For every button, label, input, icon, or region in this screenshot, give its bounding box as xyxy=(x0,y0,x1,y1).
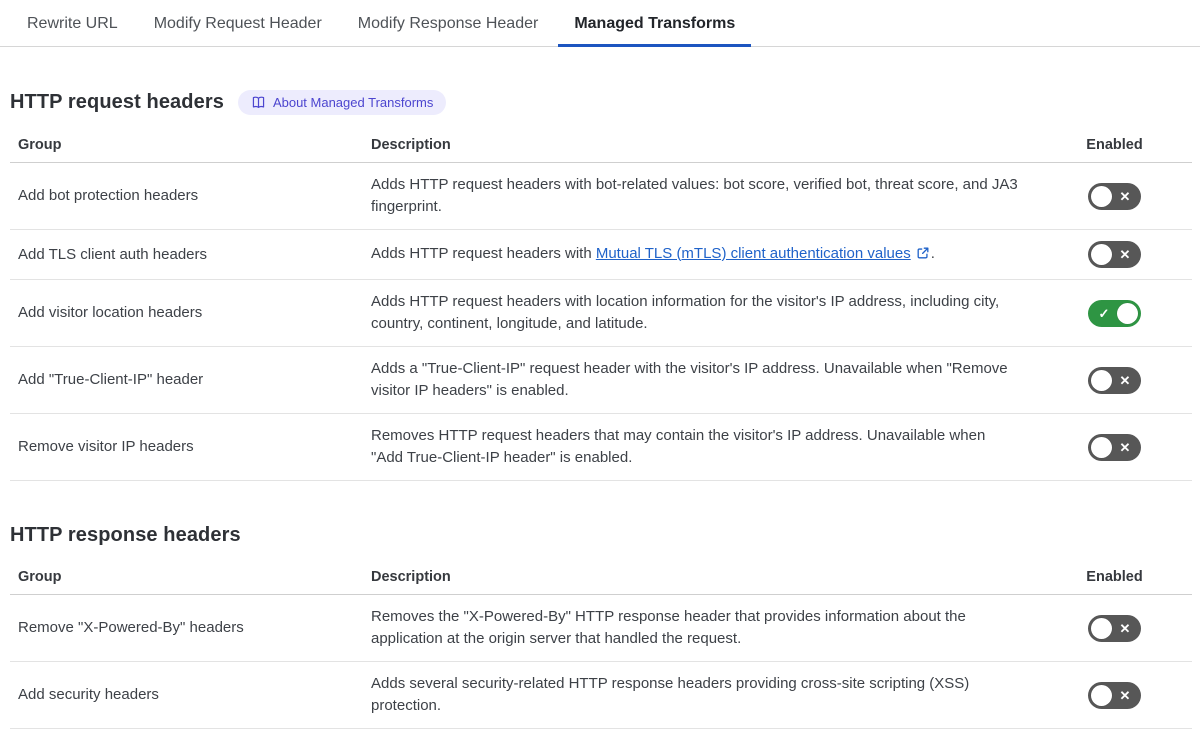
enabled-cell: ✓ ✕ xyxy=(1037,413,1192,481)
description-cell: Removes the "X-Powered-By" HTTP response… xyxy=(363,594,1037,662)
toggle-visitor-location[interactable]: ✓ ✕ xyxy=(1088,299,1141,327)
x-icon: ✕ xyxy=(1119,687,1131,703)
x-icon: ✕ xyxy=(1119,372,1131,388)
response-section-title: HTTP response headers xyxy=(10,524,241,546)
column-header-group: Group xyxy=(10,560,363,595)
tab-modify-request-header[interactable]: Modify Request Header xyxy=(138,0,338,46)
toggle-true-client-ip[interactable]: ✓ ✕ xyxy=(1088,366,1141,394)
toggle-knob xyxy=(1091,185,1112,207)
column-header-enabled: Enabled xyxy=(1037,128,1192,163)
enabled-cell: ✓ ✕ xyxy=(1037,229,1192,280)
table-row: Add "True-Client-IP" header Adds a "True… xyxy=(10,346,1192,414)
table-row: Add security headers Adds several securi… xyxy=(10,661,1192,729)
mtls-docs-link[interactable]: Mutual TLS (mTLS) client authentication … xyxy=(596,245,911,262)
enabled-cell: ✓ ✕ xyxy=(1037,594,1192,662)
description-cell: Adds a "True-Client-IP" request header w… xyxy=(363,346,1037,414)
group-cell: Add bot protection headers xyxy=(10,162,363,230)
toggle-remove-visitor-ip[interactable]: ✓ ✕ xyxy=(1088,433,1141,461)
group-cell: Add "True-Client-IP" header xyxy=(10,346,363,414)
toggle-security-headers[interactable]: ✓ ✕ xyxy=(1088,681,1141,709)
request-section-title: HTTP request headers xyxy=(10,91,224,113)
description-cell: Adds HTTP request headers with bot-relat… xyxy=(363,162,1037,230)
response-section-header: HTTP response headers xyxy=(10,524,1192,547)
external-link-icon xyxy=(916,245,930,267)
toggle-knob xyxy=(1091,436,1112,458)
tab-managed-transforms[interactable]: Managed Transforms xyxy=(558,0,752,47)
toggle-knob xyxy=(1091,684,1112,706)
toggle-knob xyxy=(1091,369,1112,391)
column-header-description: Description xyxy=(363,128,1037,163)
table-row: Remove "X-Powered-By" headers Removes th… xyxy=(10,594,1192,662)
link-label: Mutual TLS (mTLS) client authentication … xyxy=(595,244,911,262)
description-cell: Adds several security-related HTTP respo… xyxy=(363,661,1037,729)
check-icon: ✓ xyxy=(1098,305,1110,321)
toggle-knob xyxy=(1091,244,1112,265)
tab-bar: Rewrite URL Modify Request Header Modify… xyxy=(0,0,1200,47)
table-header-row: Group Description Enabled xyxy=(10,560,1192,595)
group-cell: Remove "X-Powered-By" headers xyxy=(10,594,363,662)
enabled-cell: ✓ ✕ xyxy=(1037,661,1192,729)
book-icon xyxy=(251,95,266,110)
table-row: Add bot protection headers Adds HTTP req… xyxy=(10,162,1192,230)
table-row: Add visitor location headers Adds HTTP r… xyxy=(10,279,1192,347)
about-managed-transforms-link[interactable]: About Managed Transforms xyxy=(237,90,447,115)
description-cell: Removes HTTP request headers that may co… xyxy=(363,413,1037,481)
enabled-cell: ✓ ✕ xyxy=(1037,279,1192,347)
toggle-knob xyxy=(1117,302,1138,324)
table-row: Remove visitor IP headers Removes HTTP r… xyxy=(10,413,1192,481)
enabled-cell: ✓ ✕ xyxy=(1037,346,1192,414)
description-cell: Adds HTTP request headers with location … xyxy=(363,279,1037,347)
tab-rewrite-url[interactable]: Rewrite URL xyxy=(11,0,134,46)
description-text: . xyxy=(930,244,935,262)
table-header-row: Group Description Enabled xyxy=(10,128,1192,163)
description-text: Adds HTTP request headers with xyxy=(371,244,596,262)
x-icon: ✕ xyxy=(1119,247,1131,262)
group-cell: Remove visitor IP headers xyxy=(10,413,363,481)
description-cell: Adds HTTP request headers with Mutual TL… xyxy=(363,229,1037,280)
request-section-header: HTTP request headers About Managed Trans… xyxy=(10,90,1192,115)
table-row: Add TLS client auth headers Adds HTTP re… xyxy=(10,229,1192,280)
main-content: HTTP request headers About Managed Trans… xyxy=(0,90,1200,741)
toggle-bot-protection[interactable]: ✓ ✕ xyxy=(1088,182,1141,210)
x-icon: ✕ xyxy=(1119,188,1131,204)
x-icon: ✕ xyxy=(1119,439,1131,455)
toggle-knob xyxy=(1091,617,1112,639)
column-header-description: Description xyxy=(363,560,1037,595)
group-cell: Add TLS client auth headers xyxy=(10,229,363,280)
group-cell: Add visitor location headers xyxy=(10,279,363,347)
column-header-enabled: Enabled xyxy=(1037,560,1192,595)
enabled-cell: ✓ ✕ xyxy=(1037,162,1192,230)
response-headers-table: Group Description Enabled Remove "X-Powe… xyxy=(10,560,1192,729)
tab-modify-response-header[interactable]: Modify Response Header xyxy=(342,0,555,46)
column-header-group: Group xyxy=(10,128,363,163)
x-icon: ✕ xyxy=(1119,620,1131,636)
toggle-x-powered-by[interactable]: ✓ ✕ xyxy=(1088,614,1141,642)
request-headers-table: Group Description Enabled Add bot protec… xyxy=(10,128,1192,481)
group-cell: Add security headers xyxy=(10,661,363,729)
toggle-tls-client-auth[interactable]: ✓ ✕ xyxy=(1088,241,1141,268)
badge-label: About Managed Transforms xyxy=(272,95,434,110)
